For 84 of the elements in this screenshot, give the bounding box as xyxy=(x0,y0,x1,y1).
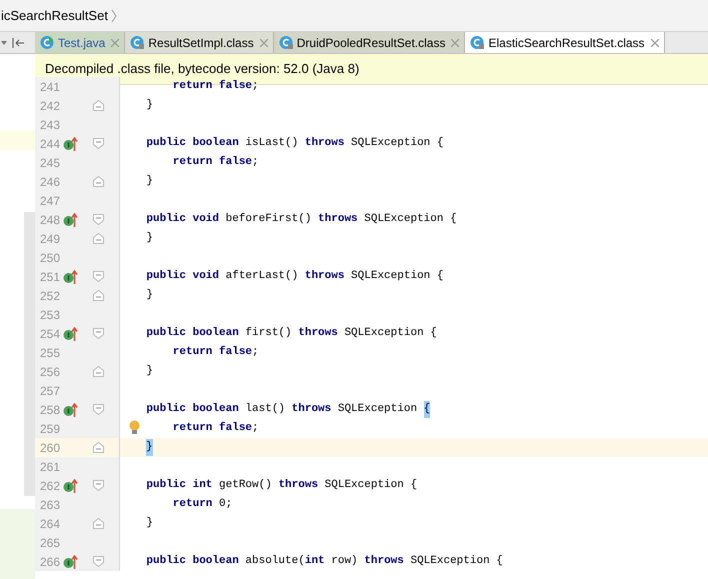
fold-icon[interactable] xyxy=(92,214,104,225)
code-line: } xyxy=(146,288,153,304)
code-line: return false; xyxy=(172,344,259,360)
override-icon[interactable] xyxy=(63,478,78,492)
code-line: return 0; xyxy=(172,497,232,512)
class-icon xyxy=(278,35,294,50)
fold-icon[interactable] xyxy=(92,366,104,377)
line-number: 257 xyxy=(39,382,62,400)
fold-icon[interactable] xyxy=(92,518,104,529)
editor-tab[interactable]: Test.java xyxy=(35,32,126,53)
line-number: 243 xyxy=(39,116,62,134)
line-number: 258 xyxy=(39,402,62,418)
close-icon[interactable] xyxy=(111,38,120,46)
fold-icon[interactable] xyxy=(92,442,104,453)
line-number: 256 xyxy=(39,364,62,380)
fold-icon[interactable] xyxy=(92,556,104,567)
line-number: 262 xyxy=(39,478,62,494)
class-icon xyxy=(130,35,146,50)
line-number: 250 xyxy=(39,250,62,266)
line-number: 249 xyxy=(39,230,62,248)
fold-icon[interactable] xyxy=(92,404,104,415)
line-number: 263 xyxy=(39,496,62,514)
line-number: 254 xyxy=(39,326,62,342)
class-icon xyxy=(470,35,486,50)
line-number: 261 xyxy=(39,458,62,476)
line-number: 265 xyxy=(39,534,62,552)
line-number: 260 xyxy=(39,440,62,456)
matched-brace: } xyxy=(146,439,153,456)
code-line: } xyxy=(146,364,153,380)
editor-tab[interactable]: ElasticSearchResultSet.class xyxy=(465,32,665,53)
code-line: return false; xyxy=(172,78,259,94)
override-icon[interactable] xyxy=(63,212,78,226)
fold-icon[interactable] xyxy=(92,138,104,149)
panel-highlight xyxy=(0,131,35,150)
code-line: public boolean first() throws SQLException { xyxy=(146,326,437,342)
code-line: public boolean isLast() throws SQLException { xyxy=(146,136,444,152)
code-line: public int getRow() throws SQLException { xyxy=(146,478,418,494)
close-icon[interactable] xyxy=(451,38,460,46)
code-line: } xyxy=(146,516,153,532)
fold-icon[interactable] xyxy=(92,290,104,301)
line-number: 247 xyxy=(39,192,62,210)
fold-icon[interactable] xyxy=(92,100,104,111)
line-number: 251 xyxy=(39,268,62,286)
line-number: 259 xyxy=(39,420,62,438)
class-icon xyxy=(40,35,55,50)
lightbulb-icon[interactable] xyxy=(129,420,140,436)
fold-icon[interactable] xyxy=(92,233,104,244)
close-icon[interactable] xyxy=(260,38,268,46)
code-line: public void beforeFirst() throws SQLException { xyxy=(146,212,457,228)
code-line: } xyxy=(146,174,153,190)
override-icon[interactable] xyxy=(63,270,78,284)
code-line: public boolean absolute(int row) throws SQLException { xyxy=(146,554,503,570)
line-number: 242 xyxy=(39,98,62,114)
fold-icon[interactable] xyxy=(92,176,104,187)
line-number: 244 xyxy=(39,136,62,152)
override-icon[interactable] xyxy=(63,326,78,340)
fold-icon[interactable] xyxy=(92,271,104,282)
line-number: 241 xyxy=(39,78,62,96)
code-line: return false; xyxy=(172,154,259,170)
editor-tab[interactable]: DruidPooledResultSet.class xyxy=(274,32,466,53)
code-line: return false; xyxy=(172,420,259,436)
matched-brace: { xyxy=(424,401,430,418)
chevron-icon xyxy=(110,8,117,22)
close-icon[interactable] xyxy=(650,38,659,46)
line-number: 266 xyxy=(39,554,62,570)
override-icon[interactable] xyxy=(63,136,78,150)
dropdown-icon[interactable] xyxy=(1,40,7,44)
line-number: 255 xyxy=(39,344,62,362)
line-number: 252 xyxy=(39,288,62,304)
override-icon[interactable] xyxy=(63,554,78,568)
fold-icon[interactable] xyxy=(92,480,104,491)
line-number: 253 xyxy=(39,306,62,324)
line-number: 246 xyxy=(39,174,62,190)
override-icon[interactable] xyxy=(63,402,78,416)
breadcrumb-item[interactable]: icSearchResultSet xyxy=(1,6,108,26)
code-line: } xyxy=(146,231,153,246)
line-number: 264 xyxy=(39,516,62,532)
line-number: 248 xyxy=(39,212,62,228)
editor-tab[interactable]: ResultSetImpl.class xyxy=(125,32,274,53)
line-number: 245 xyxy=(39,154,62,172)
code-line: public boolean last() throws SQLException xyxy=(146,402,418,418)
code-line: public void afterLast() throws SQLException { xyxy=(146,269,444,284)
fold-icon[interactable] xyxy=(92,328,104,339)
code-line: } xyxy=(146,98,153,114)
